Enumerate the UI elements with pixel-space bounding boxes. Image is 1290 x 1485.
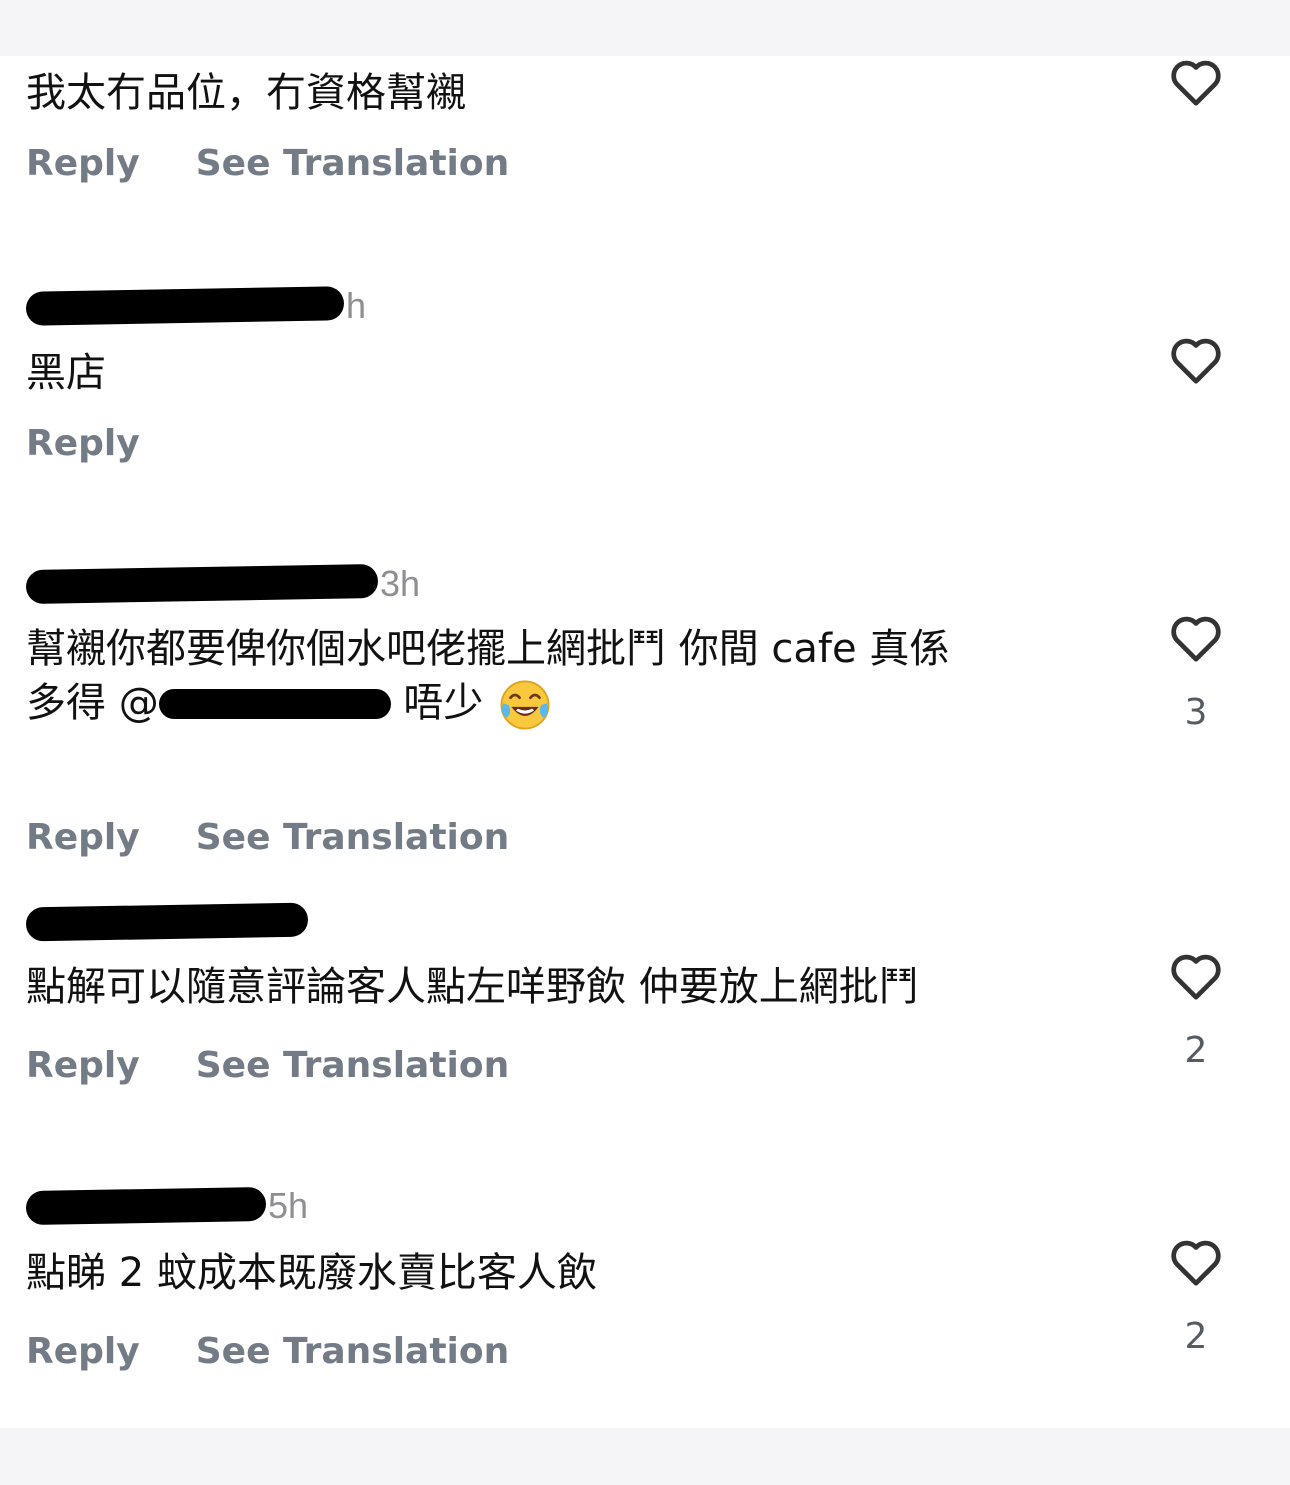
comment-author-line: 5h xyxy=(25,1185,309,1226)
face-with-tears-of-joy-icon xyxy=(500,680,550,730)
reply-button[interactable]: Reply xyxy=(26,143,140,184)
comment-text: 我太冇品位，冇資格幫襯 xyxy=(26,70,466,116)
comment-timestamp: 5h xyxy=(268,1185,309,1226)
reply-button[interactable]: Reply xyxy=(26,1045,140,1086)
heart-outline-icon[interactable] xyxy=(1166,1232,1226,1292)
comment-actions: Reply See Translation xyxy=(26,1040,565,1090)
see-translation-button[interactable]: See Translation xyxy=(196,1331,510,1372)
comment-text: 幫襯你都要俾你個水吧佬擺上網批鬥 你間 cafe 真係 多得 @ 唔少 xyxy=(26,622,1126,734)
comment-timestamp: 3h xyxy=(380,563,421,604)
redacted-username xyxy=(25,286,345,326)
comment-actions: Reply xyxy=(26,418,196,468)
reply-button[interactable]: Reply xyxy=(26,1331,140,1372)
comment-actions: Reply See Translation xyxy=(26,138,565,188)
heart-outline-icon[interactable] xyxy=(1166,330,1226,390)
heart-outline-icon[interactable] xyxy=(1166,52,1226,112)
see-translation-button[interactable]: See Translation xyxy=(196,143,510,184)
heart-outline-icon[interactable] xyxy=(1166,608,1226,668)
comment-author-line: 3h xyxy=(25,563,421,605)
comment-text: 點睇 2 蚊成本既廢水賣比客人飲 xyxy=(26,1250,597,1296)
comment-actions: Reply See Translation xyxy=(26,1326,565,1376)
comment-text-prefix: 多得 @ xyxy=(26,680,159,726)
comment-author-line: h xyxy=(25,285,367,326)
reply-button[interactable]: Reply xyxy=(26,423,140,464)
comment-author-line xyxy=(25,902,310,942)
comment-text-line-1: 幫襯你都要俾你個水吧佬擺上網批鬥 你間 cafe 真係 xyxy=(26,626,950,672)
like-count: 2 xyxy=(1184,1030,1208,1071)
like-count: 2 xyxy=(1184,1316,1208,1357)
heart-outline-icon[interactable] xyxy=(1166,946,1226,1006)
redacted-username xyxy=(25,1186,267,1226)
redacted-username xyxy=(25,563,379,605)
comment-text: 黑店 xyxy=(26,350,106,396)
redacted-mention[interactable] xyxy=(158,685,391,725)
comment-text-line-2: 多得 @ 唔少 xyxy=(26,676,1126,734)
redacted-username xyxy=(25,902,309,942)
see-translation-button[interactable]: See Translation xyxy=(196,817,510,858)
see-translation-button[interactable]: See Translation xyxy=(196,1045,510,1086)
comments-list: 我太冇品位，冇資格幫襯 Reply See Translation h 黑店 R… xyxy=(0,56,1290,1428)
comment-text: 點解可以隨意評論客人點左咩野飲 仲要放上網批鬥 xyxy=(26,964,919,1010)
comment-actions: Reply See Translation xyxy=(26,812,565,862)
comment-text-suffix: 唔少 xyxy=(390,680,484,726)
comment-timestamp: h xyxy=(346,285,367,326)
reply-button[interactable]: Reply xyxy=(26,817,140,858)
like-count: 3 xyxy=(1184,692,1208,733)
